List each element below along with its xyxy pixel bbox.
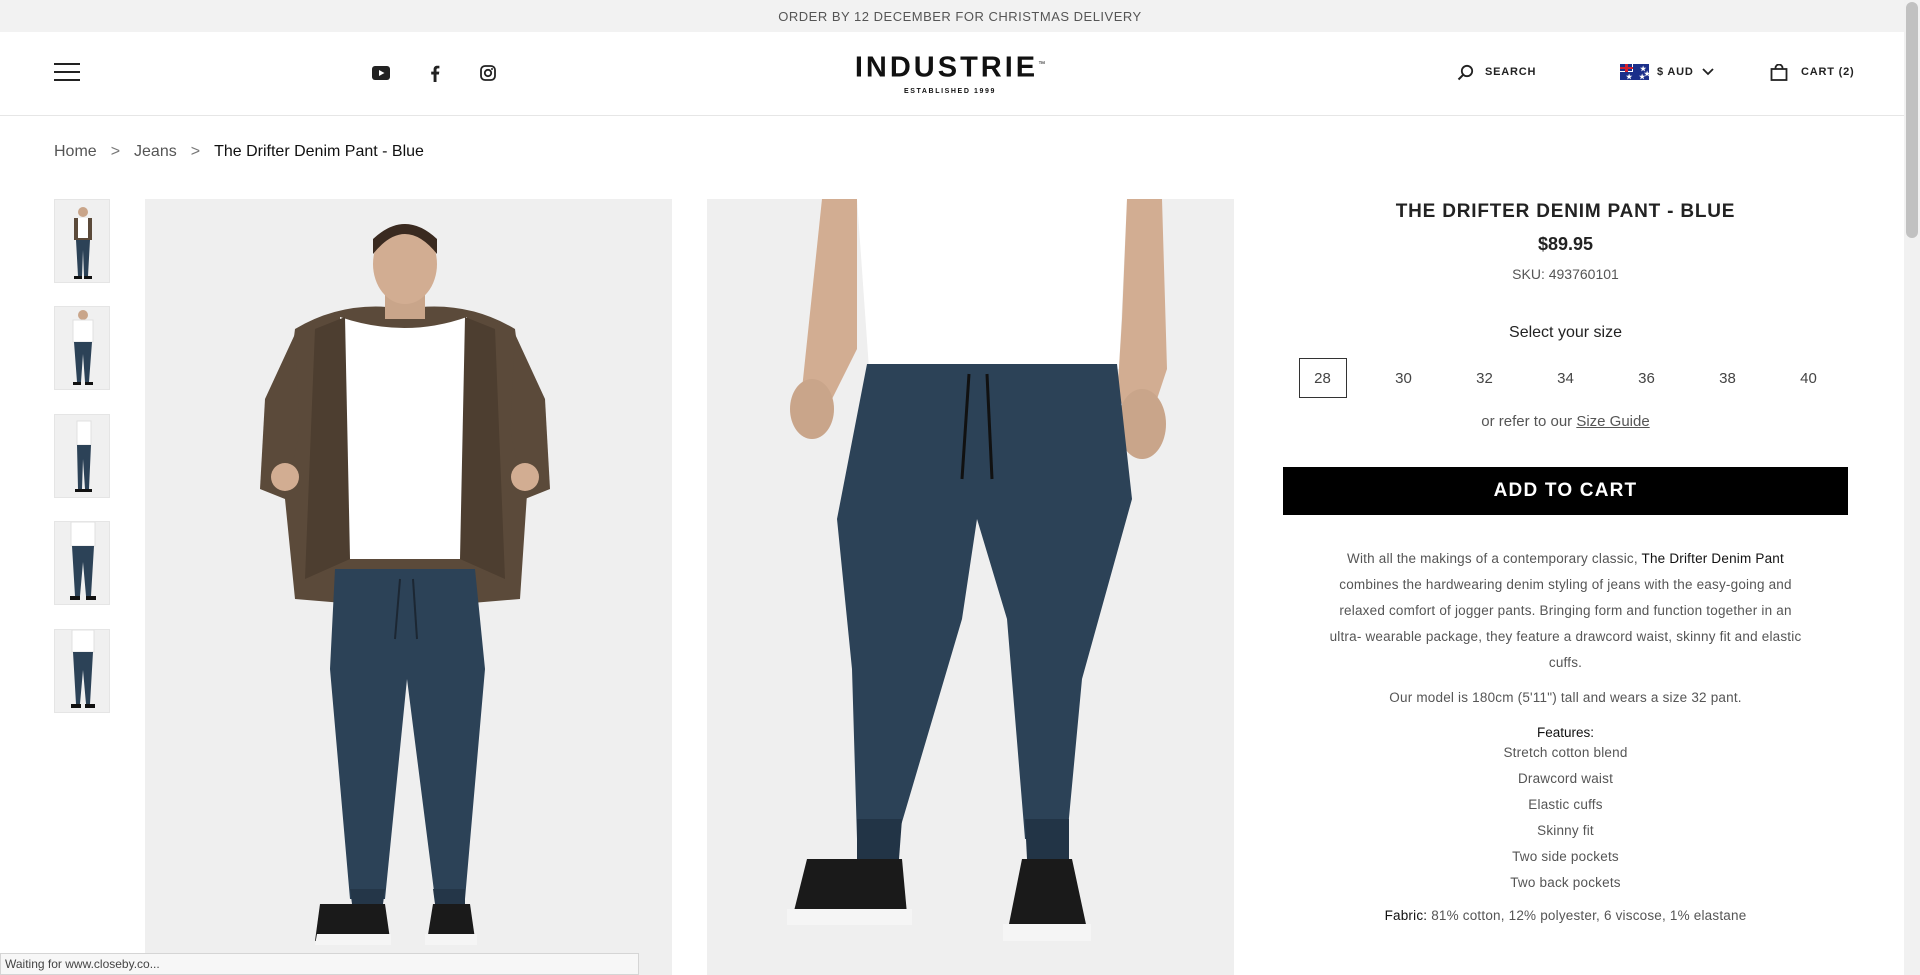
chevron-down-icon [1701,68,1714,76]
features-heading: Features: [1536,725,1595,740]
status-text: Waiting for www.closeby.co... [5,957,160,971]
product-info: THE DRIFTER DENIM PANT - BLUE $89.95 SKU… [1283,199,1848,923]
australia-flag-icon: ★ ★ ★ ★ [1620,64,1650,81]
size-option-34[interactable]: 34 [1542,358,1590,398]
size-option-38[interactable]: 38 [1704,358,1752,398]
size-guide-link[interactable]: Size Guide [1576,413,1649,430]
description-product-name: The Drifter Denim Pant [1641,551,1784,566]
fabric-value: 81% cotton, 12% polyester, 6 viscose, 1%… [1431,908,1747,923]
product-thumbnail[interactable] [54,629,110,713]
scrollbar-thumb[interactable] [1906,2,1918,238]
search-button[interactable]: SEARCH [1457,60,1536,84]
size-option-32[interactable]: 32 [1461,358,1509,398]
feature-item: Skinny fit [1537,823,1594,838]
site-logo[interactable]: INDUSTRIE™ ESTABLISHED 1999 [850,50,1050,95]
product-image-front[interactable] [145,199,672,975]
browser-status-bar: Waiting for www.closeby.co... [0,953,639,975]
feature-item: Two back pockets [1510,875,1621,890]
product-thumbnail[interactable] [54,199,110,283]
size-option-40[interactable]: 40 [1785,358,1833,398]
product-title: THE DRIFTER DENIM PANT - BLUE [1395,201,1736,222]
logo-wordmark: INDUSTRIE [854,51,1039,84]
breadcrumb-current: The Drifter Denim Pant - Blue [214,143,424,160]
size-option-36[interactable]: 36 [1623,358,1671,398]
product-image-detail[interactable] [707,199,1234,975]
feature-item: Elastic cuffs [1528,797,1603,812]
model-note: Our model is 180cm (5'11") tall and wear… [1389,690,1742,705]
fabric-info: Fabric: 81% cotton, 12% polyester, 6 vis… [1283,908,1848,923]
breadcrumb: Home > Jeans > The Drifter Denim Pant - … [54,143,424,161]
size-option-30[interactable]: 30 [1380,358,1428,398]
search-icon [1457,64,1474,81]
currency-label: $ AUD [1657,66,1694,78]
add-to-cart-button[interactable]: ADD TO CART [1283,467,1848,515]
description-intro: With all the makings of a contemporary c… [1347,551,1638,566]
cart-label: CART (2) [1801,66,1855,78]
hamburger-icon[interactable] [54,63,80,83]
size-guide-note: or refer to our Size Guide [1283,413,1848,430]
feature-item: Two side pockets [1512,849,1619,864]
product-thumbnail[interactable] [54,414,110,498]
description-body: combines the hardwearing denim styling o… [1329,577,1802,670]
select-size-label: Select your size [1509,324,1622,341]
instagram-icon[interactable] [477,62,499,84]
cart-button[interactable]: CART (2) [1770,60,1854,84]
site-header: INDUSTRIE™ ESTABLISHED 1999 SEARCH ★ ★ ★… [0,32,1904,116]
currency-selector[interactable]: ★ ★ ★ ★ $ AUD [1620,60,1714,84]
product-thumbnail[interactable] [54,306,110,390]
bag-icon [1770,63,1788,81]
breadcrumb-jeans[interactable]: Jeans [134,143,177,161]
fabric-label: Fabric: [1384,908,1428,923]
size-selector: 28 30 32 34 36 38 40 [1283,358,1848,398]
announcement-bar: ORDER BY 12 DECEMBER FOR CHRISTMAS DELIV… [0,0,1920,32]
search-label: SEARCH [1485,66,1537,78]
feature-item: Stretch cotton blend [1503,745,1628,760]
size-option-28[interactable]: 28 [1298,358,1347,398]
product-thumbnail[interactable] [54,521,110,605]
product-sku: SKU: 493760101 [1512,266,1619,282]
youtube-icon[interactable] [370,62,392,84]
announcement-text: ORDER BY 12 DECEMBER FOR CHRISTMAS DELIV… [778,8,1142,24]
breadcrumb-separator: > [110,143,121,160]
logo-trademark: ™ [1038,61,1046,68]
feature-item: Drawcord waist [1517,771,1614,786]
logo-tagline: ESTABLISHED 1999 [904,87,996,95]
product-description: With all the makings of a contemporary c… [1326,546,1806,676]
breadcrumb-separator: > [190,143,201,160]
breadcrumb-home[interactable]: Home [54,143,97,161]
facebook-icon[interactable] [424,62,446,84]
product-price: $89.95 [1537,234,1594,254]
refer-text: or refer to our [1481,413,1573,430]
